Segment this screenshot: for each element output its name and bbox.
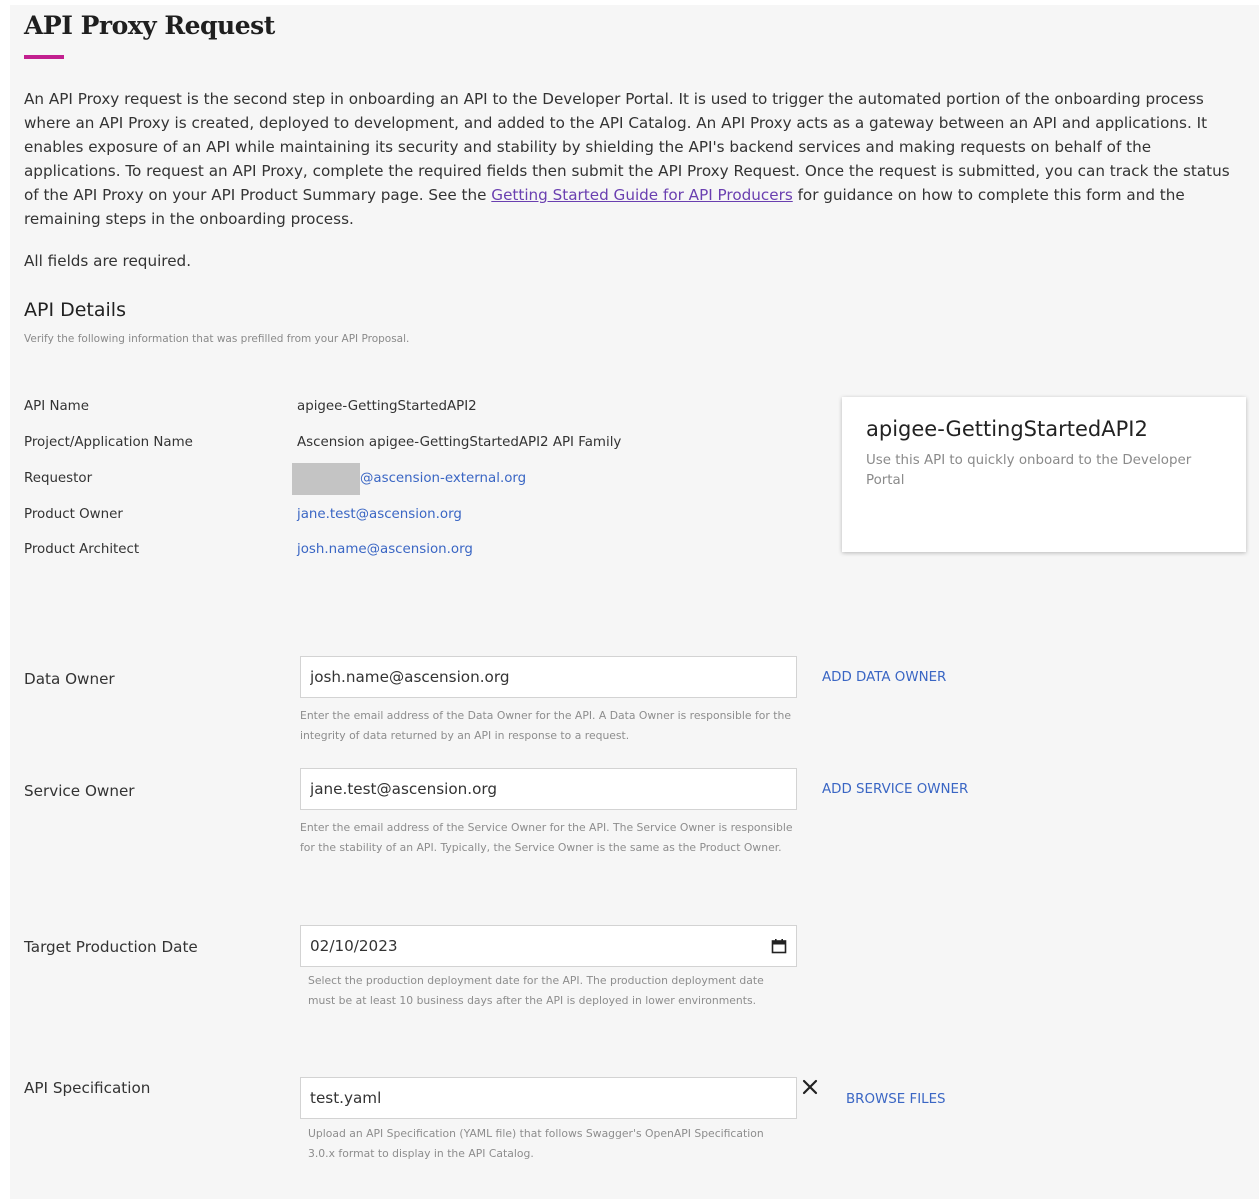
data-owner-input[interactable]: josh.name@ascension.org <box>300 656 797 698</box>
detail-label-project-name: Project/Application Name <box>24 435 193 450</box>
title-accent-bar <box>24 55 64 59</box>
getting-started-guide-link[interactable]: Getting Started Guide for API Producers <box>491 186 792 204</box>
detail-label-product-architect: Product Architect <box>24 542 140 557</box>
service-owner-help: Enter the email address of the Service O… <box>300 821 793 854</box>
intro-paragraph: An API Proxy request is the second step … <box>24 87 1246 231</box>
page-title: API Proxy Request <box>24 11 275 40</box>
api-spec-label: API Specification <box>24 1079 151 1097</box>
service-owner-label: Service Owner <box>24 782 135 800</box>
service-owner-input[interactable]: jane.test@ascension.org <box>300 768 797 810</box>
api-proxy-request-page: API Proxy Request An API Proxy request i… <box>10 5 1259 1199</box>
calendar-icon[interactable] <box>771 938 787 954</box>
api-spec-file-input[interactable]: test.yaml <box>300 1077 797 1119</box>
detail-value-requestor[interactable]: @ascension-external.org <box>360 471 526 486</box>
detail-value-product-architect[interactable]: josh.name@ascension.org <box>297 542 473 557</box>
api-details-heading: API Details <box>24 299 126 321</box>
detail-label-api-name: API Name <box>24 399 89 414</box>
detail-value-api-name: apigee-GettingStartedAPI2 <box>297 399 477 414</box>
api-spec-help: Upload an API Specification (YAML file) … <box>308 1127 764 1160</box>
card-title: apigee-GettingStartedAPI2 <box>866 417 1148 441</box>
add-data-owner-button[interactable]: ADD DATA OWNER <box>822 670 946 685</box>
close-icon[interactable] <box>800 1077 820 1097</box>
required-note: All fields are required. <box>24 252 192 270</box>
detail-value-product-owner[interactable]: jane.test@ascension.org <box>297 507 462 522</box>
api-spec-value: test.yaml <box>310 1089 382 1107</box>
data-owner-label: Data Owner <box>24 670 115 688</box>
add-service-owner-button[interactable]: ADD SERVICE OWNER <box>822 782 968 797</box>
target-date-input[interactable]: 02/10/2023 <box>300 925 797 967</box>
api-summary-card: apigee-GettingStartedAPI2 Use this API t… <box>842 397 1246 552</box>
data-owner-help: Enter the email address of the Data Owne… <box>300 709 791 742</box>
browse-files-button[interactable]: BROWSE FILES <box>846 1092 946 1107</box>
target-date-value: 02/10/2023 <box>310 937 398 955</box>
redacted-requestor-name <box>292 463 360 495</box>
detail-label-product-owner: Product Owner <box>24 507 123 522</box>
api-details-subtitle: Verify the following information that wa… <box>24 333 410 345</box>
detail-label-requestor: Requestor <box>24 471 93 486</box>
detail-value-project-name: Ascension apigee-GettingStartedAPI2 API … <box>297 435 622 450</box>
service-owner-value: jane.test@ascension.org <box>310 780 498 798</box>
target-date-label: Target Production Date <box>24 938 198 956</box>
data-owner-value: josh.name@ascension.org <box>310 668 510 686</box>
card-description: Use this API to quickly onboard to the D… <box>866 453 1192 488</box>
target-date-help: Select the production deployment date fo… <box>308 974 764 1007</box>
